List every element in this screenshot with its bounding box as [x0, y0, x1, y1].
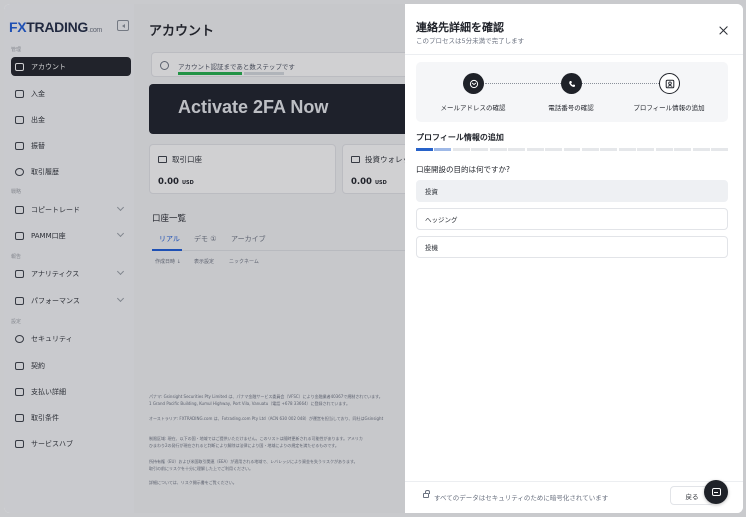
lock-icon	[423, 490, 430, 498]
chat-icon	[711, 488, 721, 496]
progress-segment	[416, 148, 433, 151]
progress-segment	[563, 148, 581, 151]
divider	[405, 54, 743, 55]
progress-segment	[655, 148, 673, 151]
step-label-phone: 電話番号の確認	[548, 104, 594, 112]
step-label-profile: プロフィール情報の追加	[633, 104, 705, 112]
progress-segment	[508, 148, 526, 151]
progress-segment	[582, 148, 599, 151]
progress-segment	[711, 148, 728, 151]
modal-subtitle: このプロセスは5分未満で完了します	[416, 37, 525, 45]
phone-step-circle	[561, 73, 582, 94]
progress-segment	[600, 148, 618, 151]
option-investment[interactable]: 投資	[416, 180, 728, 202]
profile-icon	[665, 79, 674, 88]
progress-segment	[434, 148, 452, 151]
option-hedging[interactable]: ヘッジング	[416, 208, 728, 230]
divider	[405, 481, 743, 482]
progress-segment	[674, 148, 692, 151]
chat-support-button[interactable]	[704, 480, 728, 504]
question-label: 口座開設の目的は何ですか?	[416, 165, 510, 174]
phone-icon	[568, 80, 575, 87]
progress-segment	[692, 148, 710, 151]
progress-segment	[618, 148, 636, 151]
close-icon[interactable]	[719, 26, 729, 36]
progress-segment	[471, 148, 489, 151]
section-title: プロフィール情報の追加	[416, 133, 504, 142]
progress-segment	[545, 148, 562, 151]
step-connector	[485, 83, 561, 84]
modal-title: 連絡先詳細を確認	[416, 21, 504, 34]
progress-segment	[526, 148, 544, 151]
step-label-email: メールアドレスの確認	[440, 104, 506, 112]
profile-step-circle	[659, 73, 680, 94]
option-speculation[interactable]: 投機	[416, 236, 728, 258]
modal-backdrop[interactable]	[4, 4, 405, 513]
progress-segment	[637, 148, 655, 151]
verify-contact-drawer: 連絡先詳細を確認 このプロセスは5分未満で完了します メールアドレスの確認 電話…	[405, 4, 743, 513]
email-step-circle	[463, 73, 484, 94]
security-note: すべてのデータはセキュリティのために暗号化されています	[434, 494, 609, 502]
progress-segment	[452, 148, 470, 151]
email-icon	[469, 79, 478, 88]
progress-segment	[489, 148, 507, 151]
step-connector	[582, 83, 659, 84]
